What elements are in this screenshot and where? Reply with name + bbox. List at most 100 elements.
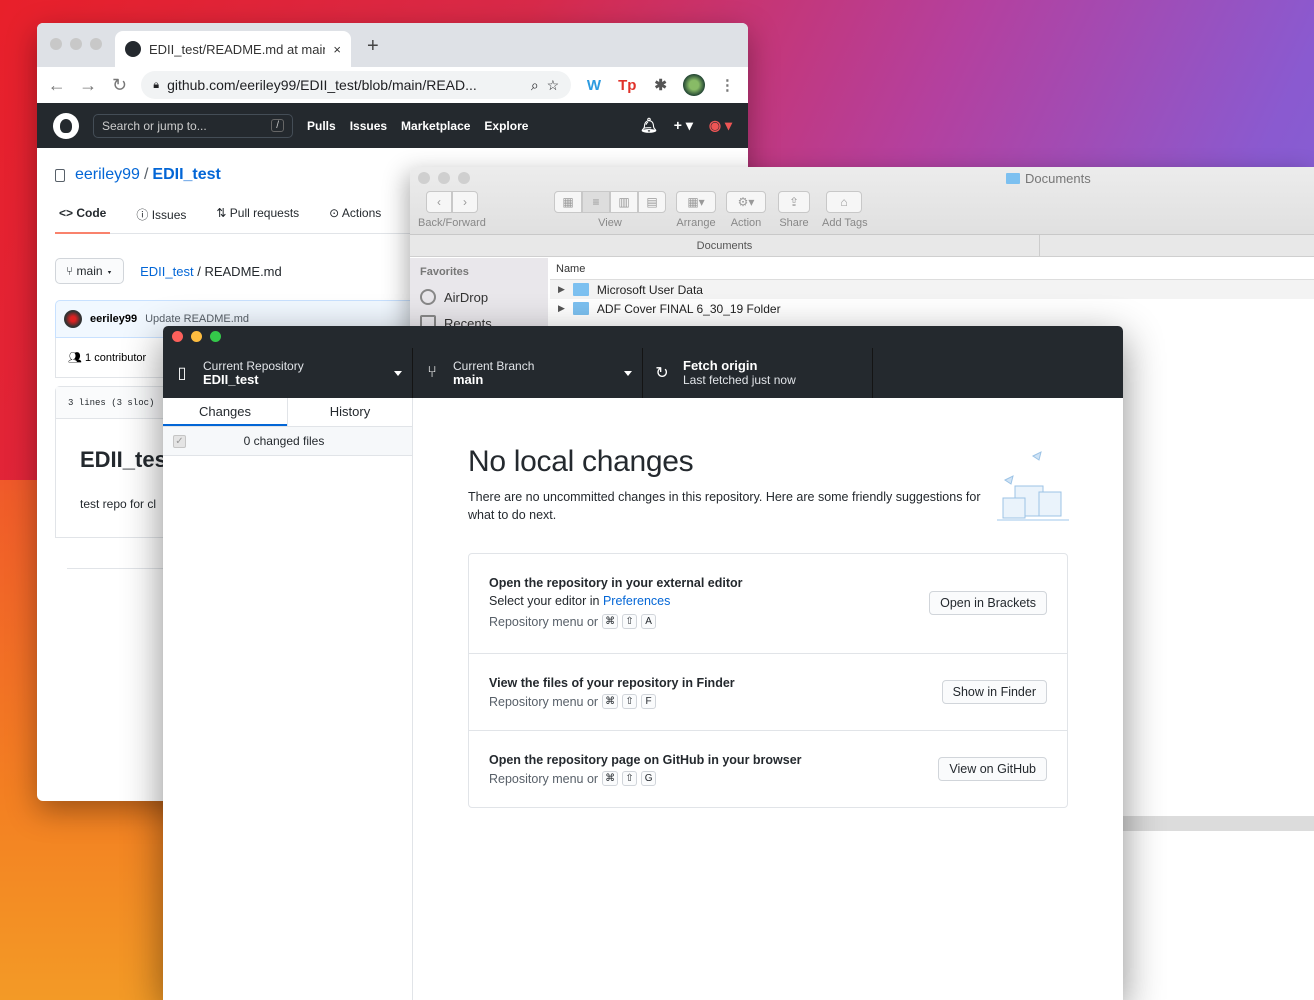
forward-arrow-icon[interactable]: → [78, 75, 97, 96]
list-item[interactable]: ▶ Microsoft User Data [550, 280, 1314, 299]
finder-close-button[interactable] [418, 172, 430, 184]
finder-back-icon[interactable]: ‹ [426, 191, 452, 213]
nav-marketplace[interactable]: Marketplace [401, 119, 470, 133]
file-breadcrumb: EDII_test / README.md [140, 264, 282, 279]
view-group: ▦ ≡ ▥ ▤ View [554, 191, 666, 229]
profile-avatar[interactable] [683, 74, 705, 96]
show-in-finder-button[interactable]: Show in Finder [941, 680, 1047, 704]
github-logo-icon[interactable] [53, 112, 79, 139]
command-key: ⌘ [602, 614, 619, 629]
contributors-icon: 👥︎ [68, 352, 86, 364]
nav-explore[interactable]: Explore [484, 119, 528, 133]
column-header-name[interactable]: Name [550, 258, 1314, 280]
back-arrow-icon[interactable]: ← [47, 75, 66, 96]
file-name: ADF Cover FINAL 6_30_19 Folder [596, 301, 781, 316]
tag-icon[interactable]: ⌂ [826, 191, 862, 213]
nav-pulls[interactable]: Pulls [307, 119, 336, 133]
disclosure-triangle-icon[interactable]: ▶ [558, 284, 565, 295]
user-menu-avatar[interactable]: ◉ ▾ [709, 117, 732, 134]
repo-owner-link[interactable]: eeriley99 [75, 166, 140, 184]
shift-key: ⇧ [622, 694, 638, 709]
sidebar-item-airdrop[interactable]: AirDrop [420, 284, 538, 310]
create-new-plus-icon[interactable]: + ▾ [674, 117, 693, 134]
commit-author[interactable]: eeriley99 [90, 313, 137, 325]
github-search-input[interactable]: Search or jump to... / [93, 113, 293, 138]
minimize-window-button[interactable] [70, 38, 82, 50]
extensions-puzzle-icon[interactable]: ✱ [650, 76, 671, 94]
desktop-zoom-button[interactable] [210, 331, 221, 342]
disclosure-triangle-icon[interactable]: ▶ [558, 303, 565, 314]
finder-toolbar: Documents ‹ › Back/Forward ▦ ≡ ▥ ▤ View … [410, 167, 1314, 235]
search-shortcut-key: / [271, 119, 284, 132]
arrange-group: ▦▾ Arrange [676, 191, 716, 229]
finder-zoom-button[interactable] [458, 172, 470, 184]
file-breadcrumb-repo-link[interactable]: EDII_test [140, 264, 193, 279]
desktop-traffic-lights [172, 331, 221, 342]
fetch-origin-button[interactable]: ↻ Fetch origin Last fetched just now [643, 348, 873, 398]
tab-history[interactable]: History [287, 398, 412, 426]
desktop-minimize-button[interactable] [191, 331, 202, 342]
tab-pull-requests[interactable]: ⇅ Pull requests [212, 206, 303, 233]
tab-code[interactable]: <> Code [55, 206, 111, 234]
commit-author-avatar[interactable] [64, 310, 82, 328]
share-icon[interactable]: ⇪ [778, 191, 810, 213]
tab-changes[interactable]: Changes [163, 398, 287, 426]
zoom-window-button[interactable] [90, 38, 102, 50]
finder-minimize-button[interactable] [438, 172, 450, 184]
github-desktop-window: ▯ Current Repository EDII_test ⑂ Current… [163, 326, 1123, 1000]
notifications-bell-icon[interactable]: 🔔︎ [640, 117, 658, 134]
reload-icon[interactable]: ↻ [110, 75, 129, 96]
select-all-checkbox[interactable]: ✓ [173, 434, 186, 448]
tab-code-label: Code [76, 206, 107, 220]
contributors-count[interactable]: 1 contributor [85, 352, 146, 364]
finder-selected-row[interactable] [1123, 816, 1314, 831]
column-view-icon[interactable]: ▥ [610, 191, 638, 213]
back-forward-group: ‹ › Back/Forward [418, 191, 486, 229]
nav-issues[interactable]: Issues [350, 119, 387, 133]
shortcut-prefix: Repository menu or [489, 694, 599, 709]
address-bar[interactable]: 🔒︎ github.com/eeriley99/EDII_test/blob/m… [141, 71, 572, 99]
desktop-close-button[interactable] [172, 331, 183, 342]
current-repository-button[interactable]: ▯ Current Repository EDII_test [163, 348, 413, 398]
path-bar-documents[interactable]: Documents [410, 235, 1040, 256]
extension-tp-icon[interactable]: Tp [617, 77, 638, 94]
open-in-brackets-button[interactable]: Open in Brackets [929, 591, 1047, 615]
new-tab-button[interactable]: + [367, 35, 379, 58]
folder-icon [572, 302, 589, 315]
icon-view-icon[interactable]: ▦ [554, 191, 582, 213]
repo-name-link[interactable]: EDII_test [152, 166, 220, 184]
list-view-icon[interactable]: ≡ [582, 191, 610, 213]
lock-icon: 🔒︎ [153, 78, 160, 91]
extension-w-icon[interactable]: W [583, 77, 604, 94]
close-window-button[interactable] [50, 38, 62, 50]
action-gear-icon[interactable]: ⚙▾ [726, 191, 766, 213]
gallery-view-icon[interactable]: ▤ [638, 191, 666, 213]
tab-issues[interactable]: ⓘ Issues [132, 206, 190, 233]
tab-pull-requests-label: Pull requests [229, 206, 300, 220]
finder-forward-icon[interactable]: › [452, 191, 478, 213]
shift-key: ⇧ [622, 771, 638, 786]
close-tab-icon[interactable]: × [333, 42, 341, 57]
view-on-github-button[interactable]: View on GitHub [938, 757, 1047, 781]
suggestion-open-editor: Open the repository in your external edi… [469, 554, 1067, 654]
branch-selector-button[interactable]: ⑂ main ▾ [55, 258, 125, 284]
zoom-search-icon[interactable]: ⌕ [531, 77, 539, 94]
current-branch-button[interactable]: ⑂ Current Branch main [413, 348, 643, 398]
bookmark-star-icon[interactable]: ☆ [547, 77, 560, 94]
arrange-icon[interactable]: ▦▾ [676, 191, 716, 213]
commit-message[interactable]: Update README.md [145, 313, 249, 325]
shortcut-prefix: Repository menu or [489, 771, 599, 786]
desktop-toolbar: ▯ Current Repository EDII_test ⑂ Current… [163, 348, 1123, 398]
page-divider [67, 568, 167, 569]
list-item[interactable]: ▶ ADF Cover FINAL 6_30_19 Folder [550, 299, 1314, 318]
chrome-menu-icon[interactable]: ⋮ [717, 76, 738, 94]
arrange-label: Arrange [676, 217, 716, 229]
browser-tab[interactable]: EDII_test/README.md at main × [115, 31, 351, 67]
current-repository-label: Current Repository [203, 359, 304, 373]
tab-actions[interactable]: ⊙ Actions [325, 206, 385, 233]
shortcut-prefix: Repository menu or [489, 614, 599, 629]
address-bar-url: github.com/eeriley99/EDII_test/blob/main… [167, 77, 477, 93]
view-label: View [598, 217, 622, 229]
current-branch-labels: Current Branch main [453, 359, 612, 387]
preferences-link[interactable]: Preferences [603, 594, 670, 608]
